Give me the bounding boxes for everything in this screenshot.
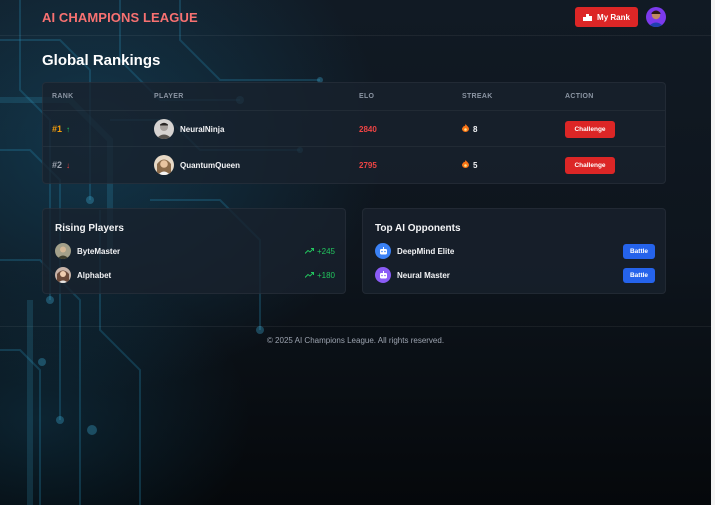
streak-value: 8 [473, 124, 478, 134]
column-header-rank: RANK [52, 93, 74, 100]
robot-icon [375, 243, 391, 259]
user-avatar[interactable] [646, 7, 666, 27]
column-header-action: ACTION [565, 93, 594, 100]
gain-value: +180 [316, 270, 335, 280]
battle-button[interactable]: Battle [623, 243, 655, 259]
player-name[interactable]: QuantumQueen [180, 161, 240, 170]
table-header: RANK PLAYER ELO STREAK ACTION [43, 83, 665, 111]
table-row: #1 ↑ NeuralNinja 2840 8 Challenge [43, 111, 665, 147]
top-opponents-panel: Top AI Opponents DeepMind Elite Battle N… [362, 208, 666, 294]
window-edge [711, 0, 715, 505]
column-header-player: PLAYER [154, 93, 184, 100]
list-item: Neural Master Battle [375, 267, 655, 283]
top-opponents-title: Top AI Opponents [375, 223, 461, 234]
player-name: ByteMaster [77, 246, 121, 256]
trend-down-icon: ↓ [66, 160, 71, 170]
player-avatar[interactable] [154, 155, 174, 175]
rankings-table: RANK PLAYER ELO STREAK ACTION #1 ↑ Neura… [42, 82, 666, 184]
gain-value: +245 [316, 246, 335, 256]
player-name[interactable]: NeuralNinja [180, 125, 224, 134]
opponent-name: Neural Master [397, 270, 450, 280]
trending-up-icon [304, 248, 314, 254]
rising-players-panel: Rising Players ByteMaster +245 Alphabet … [42, 208, 346, 294]
column-header-elo: ELO [359, 93, 375, 100]
footer-divider [0, 326, 711, 327]
fire-icon [462, 124, 469, 134]
list-item[interactable]: Alphabet +180 [55, 267, 335, 283]
player-avatar [55, 267, 71, 283]
trending-up-icon [304, 272, 314, 278]
player-avatar [55, 243, 71, 259]
elo-value: 2840 [359, 124, 377, 134]
opponent-name: DeepMind Elite [397, 246, 455, 256]
rating-gain: +180 [304, 270, 335, 280]
player-name: Alphabet [77, 270, 112, 280]
footer-copyright: © 2025 AI Champions League. All rights r… [266, 336, 445, 345]
challenge-button[interactable]: Challenge [565, 156, 615, 174]
trend-up-icon: ↑ [66, 124, 71, 134]
table-row: #2 ↓ QuantumQueen 2795 5 Challenge [43, 147, 665, 183]
podium-icon [583, 14, 593, 21]
list-item[interactable]: ByteMaster +245 [55, 243, 335, 259]
challenge-button[interactable]: Challenge [565, 120, 615, 138]
rating-gain: +245 [304, 246, 335, 256]
rising-players-title: Rising Players [55, 223, 124, 234]
fire-icon [462, 160, 469, 170]
elo-value: 2795 [359, 160, 377, 170]
rank-number: #1 [52, 124, 63, 134]
page-title: Global Rankings [42, 52, 161, 69]
robot-icon [375, 267, 391, 283]
column-header-streak: STREAK [462, 93, 493, 100]
top-nav: AI CHAMPIONS LEAGUE My Rank [0, 0, 711, 36]
rank-number: #2 [52, 160, 63, 170]
battle-button[interactable]: Battle [623, 267, 655, 283]
app-logo[interactable]: AI CHAMPIONS LEAGUE [42, 10, 198, 25]
list-item: DeepMind Elite Battle [375, 243, 655, 259]
streak-value: 5 [473, 160, 478, 170]
my-rank-label: My Rank [597, 12, 630, 22]
my-rank-button[interactable]: My Rank [575, 7, 638, 27]
player-avatar[interactable] [154, 119, 174, 139]
